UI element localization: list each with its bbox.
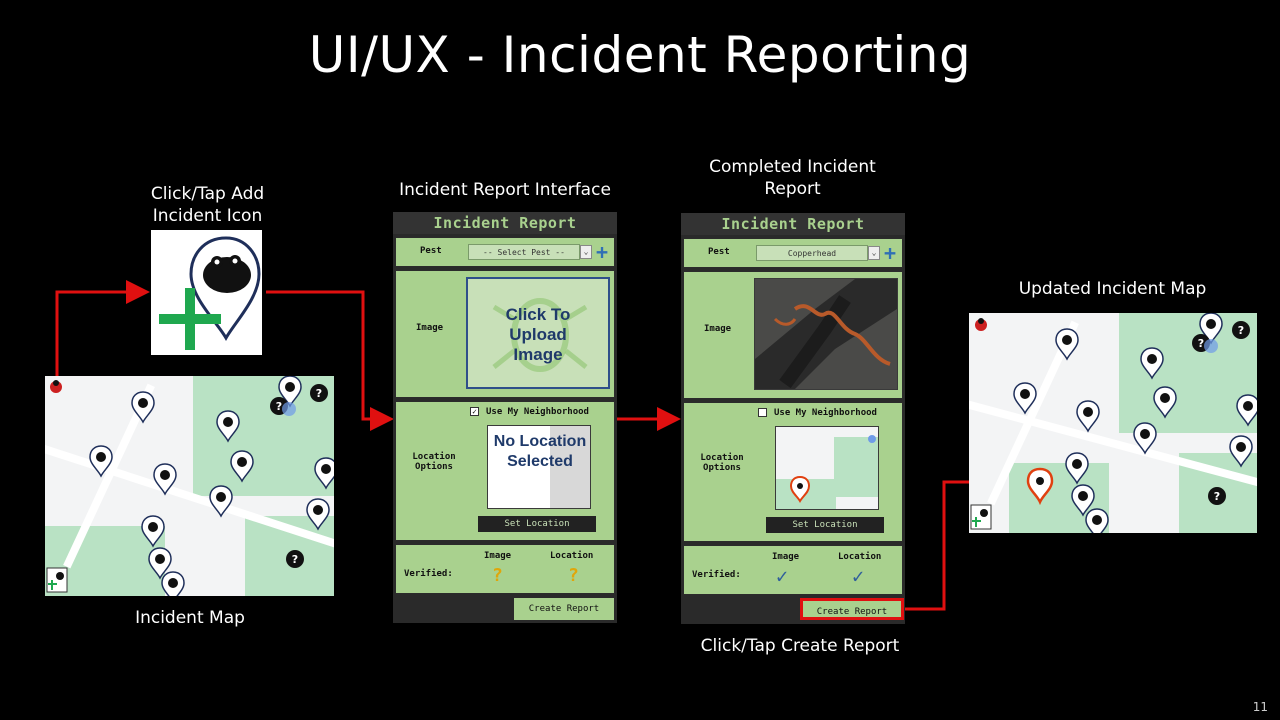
neighborhood-checkbox[interactable]: ✓ xyxy=(470,407,479,416)
location-preview-map[interactable] xyxy=(775,426,879,510)
svg-text:?: ? xyxy=(316,387,322,400)
pest-row: Pest Copperhead ⌄ + xyxy=(683,238,903,268)
verified-image-header: Image xyxy=(484,551,512,561)
location-preview: No Location Selected xyxy=(487,425,591,509)
add-pest-icon[interactable]: + xyxy=(884,243,896,263)
location-verified-check-icon: ✓ xyxy=(852,564,865,588)
copperhead-photo-image xyxy=(755,279,897,389)
create-report-button[interactable]: Create Report xyxy=(800,598,904,620)
verified-label: Verified: xyxy=(692,570,741,580)
add-pest-icon[interactable]: + xyxy=(596,242,608,262)
svg-text:?: ? xyxy=(292,553,298,566)
pest-select[interactable]: Copperhead xyxy=(756,245,868,261)
selected-location-pin-icon xyxy=(789,435,876,503)
create-report-button[interactable]: Create Report xyxy=(514,598,614,620)
image-verified-check-icon: ✓ xyxy=(776,564,789,588)
pest-select[interactable]: -- Select Pest -- xyxy=(468,244,580,260)
verified-location-header: Location xyxy=(550,551,594,561)
pest-dropdown-icon[interactable]: ⌄ xyxy=(580,245,592,259)
form-header: Incident Report xyxy=(681,213,905,235)
form-header: Incident Report xyxy=(393,212,617,234)
verified-location-header: Location xyxy=(838,552,882,562)
image-label: Image xyxy=(416,323,444,333)
incident-report-form-empty: Incident Report Pest -- Select Pest -- ⌄… xyxy=(393,212,617,623)
incident-map-pins: ??? xyxy=(46,376,334,596)
set-location-button[interactable]: Set Location xyxy=(478,516,596,532)
svg-text:?: ? xyxy=(276,400,282,413)
location-row: ✓ Use My Neighborhood Location Options N… xyxy=(395,401,615,541)
pest-dropdown-icon[interactable]: ⌄ xyxy=(868,246,880,260)
neighborhood-checkbox[interactable] xyxy=(758,408,767,417)
location-unverified-icon: ? xyxy=(568,565,579,586)
upload-text: Click To Upload Image xyxy=(505,305,571,364)
incident-report-form-complete: Incident Report Pest Copperhead ⌄ + Imag… xyxy=(681,213,905,624)
neighborhood-label: Use My Neighborhood xyxy=(486,407,589,417)
image-unverified-icon: ? xyxy=(492,565,503,586)
neighborhood-label: Use My Neighborhood xyxy=(774,408,877,418)
verified-row: Verified: Image Location ✓ ✓ xyxy=(683,545,903,595)
pest-row: Pest -- Select Pest -- ⌄ + xyxy=(395,237,615,267)
image-label: Image xyxy=(704,324,732,334)
updated-incident-map[interactable]: ??? xyxy=(969,313,1257,533)
image-row: Image Click To Upload Image xyxy=(395,270,615,398)
verified-label: Verified: xyxy=(404,569,453,579)
image-row: Image xyxy=(683,271,903,399)
set-location-button[interactable]: Set Location xyxy=(766,517,884,533)
location-row: Use My Neighborhood Location Options Set… xyxy=(683,402,903,542)
no-location-text: No Location Selected xyxy=(493,433,587,470)
svg-text:?: ? xyxy=(1198,337,1204,350)
slide-number: 11 xyxy=(1252,700,1268,714)
verified-row: Verified: Image Location ? ? xyxy=(395,544,615,594)
verified-image-header: Image xyxy=(772,552,800,562)
svg-text:?: ? xyxy=(1238,324,1244,337)
location-options-label: Location Options xyxy=(700,453,744,473)
location-options-label: Location Options xyxy=(412,452,456,472)
incident-map[interactable]: ??? xyxy=(45,376,334,596)
add-incident-icon[interactable] xyxy=(151,230,262,355)
updated-map-pins: ??? xyxy=(970,313,1257,533)
upload-image-button[interactable]: Click To Upload Image xyxy=(466,277,610,389)
uploaded-photo[interactable] xyxy=(754,278,898,390)
svg-text:?: ? xyxy=(1214,490,1220,503)
pest-label: Pest xyxy=(708,247,730,257)
pest-label: Pest xyxy=(420,246,442,256)
